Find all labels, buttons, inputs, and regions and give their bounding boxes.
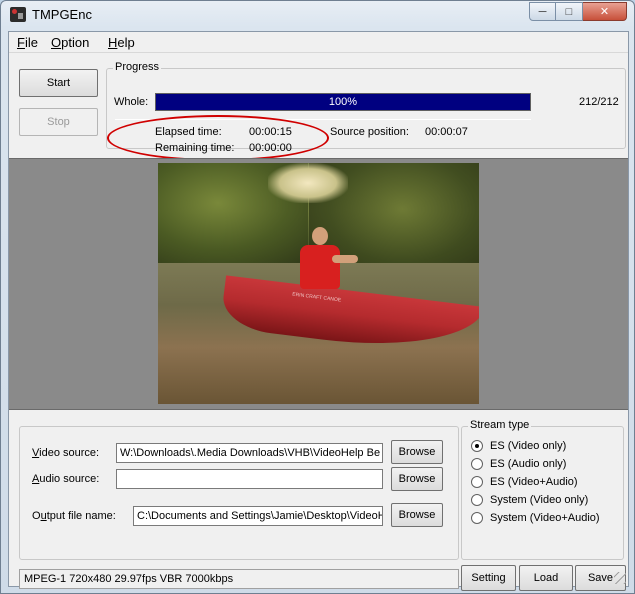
setting-button[interactable]: Setting [461, 565, 516, 591]
life-vest [300, 245, 340, 289]
radio-es-video-only[interactable]: ES (Video only) [471, 440, 566, 452]
audio-browse-button[interactable]: Browse [391, 467, 443, 491]
output-browse-button[interactable]: Browse [391, 503, 443, 527]
radio-es-audio-only[interactable]: ES (Audio only) [471, 458, 566, 470]
window-title: TMPGEnc [32, 7, 92, 22]
minimize-button[interactable]: ─ [529, 2, 556, 21]
radio-icon [471, 494, 483, 506]
radio-icon [471, 458, 483, 470]
highlight-ellipse [107, 115, 329, 161]
files-group: Video source: W:\Downloads\.Media Downlo… [19, 426, 459, 560]
radio-label: System (Video+Audio) [490, 512, 600, 524]
close-icon: ✕ [599, 6, 610, 18]
app-window: TMPGEnc ─ □ ✕ File Option Help Start Sto… [0, 0, 635, 594]
menu-option[interactable]: Option [51, 35, 89, 50]
maximize-button[interactable]: □ [556, 2, 583, 21]
progress-group: Progress Whole: 100% 212/212 Elapsed tim… [106, 61, 626, 161]
client-area: File Option Help Start Stop Progress Who… [8, 31, 629, 591]
start-button[interactable]: Start [19, 69, 98, 97]
output-label: Output file name: [32, 510, 116, 522]
menu-file[interactable]: File [17, 35, 38, 50]
menu-bar: File Option Help [9, 32, 628, 53]
settings-panel: Video source: W:\Downloads\.Media Downlo… [9, 412, 628, 591]
radio-label: ES (Audio only) [490, 458, 567, 470]
radio-label: ES (Video+Audio) [490, 476, 578, 488]
radio-icon [471, 476, 483, 488]
control-panel: Start Stop Progress Whole: 100% 212/212 … [9, 56, 628, 161]
output-file-input[interactable]: C:\Documents and Settings\Jamie\Desktop\… [133, 506, 383, 526]
title-bar[interactable]: TMPGEnc ─ □ ✕ [1, 1, 634, 29]
person-arm [332, 255, 358, 263]
maximize-icon: □ [565, 5, 573, 18]
app-icon[interactable] [10, 7, 26, 22]
whole-label: Whole: [114, 96, 149, 108]
stream-type-legend: Stream type [468, 419, 532, 431]
radio-label: System (Video only) [490, 494, 589, 506]
person [296, 227, 358, 305]
radio-es-video-audio[interactable]: ES (Video+Audio) [471, 476, 578, 488]
source-position-label: Source position: [330, 126, 409, 138]
progress-legend: Progress [113, 61, 162, 73]
audio-source-label: Audio source: [32, 473, 100, 485]
audio-source-input[interactable] [116, 469, 383, 489]
frame-counter: 212/212 [579, 96, 619, 108]
minimize-icon: ─ [538, 5, 547, 18]
radio-system-video-only[interactable]: System (Video only) [471, 494, 588, 506]
stop-button[interactable]: Stop [19, 108, 98, 136]
load-button[interactable]: Load [519, 565, 573, 591]
format-status-field: MPEG-1 720x480 29.97fps VBR 7000kbps [19, 569, 459, 589]
window-controls: ─ □ ✕ [529, 2, 627, 21]
resize-grip-icon[interactable] [614, 572, 626, 584]
progress-bar: 100% [155, 93, 531, 111]
radio-system-video-audio[interactable]: System (Video+Audio) [471, 512, 600, 524]
video-browse-button[interactable]: Browse [391, 440, 443, 464]
person-head [312, 227, 328, 245]
radio-icon [471, 440, 483, 452]
menu-help[interactable]: Help [108, 35, 135, 50]
sky-patch [268, 163, 348, 203]
source-position-value: 00:00:07 [425, 126, 468, 138]
progress-percent: 100% [328, 96, 358, 108]
video-source-input[interactable]: W:\Downloads\.Media Downloads\VHB\VideoH… [116, 443, 383, 463]
radio-label: ES (Video only) [490, 440, 567, 452]
video-preview: ERIN CRAFT CANOE [158, 163, 479, 404]
close-button[interactable]: ✕ [583, 2, 627, 21]
radio-icon [471, 512, 483, 524]
video-source-label: Video source: [32, 447, 100, 459]
preview-area: ERIN CRAFT CANOE [9, 158, 628, 410]
